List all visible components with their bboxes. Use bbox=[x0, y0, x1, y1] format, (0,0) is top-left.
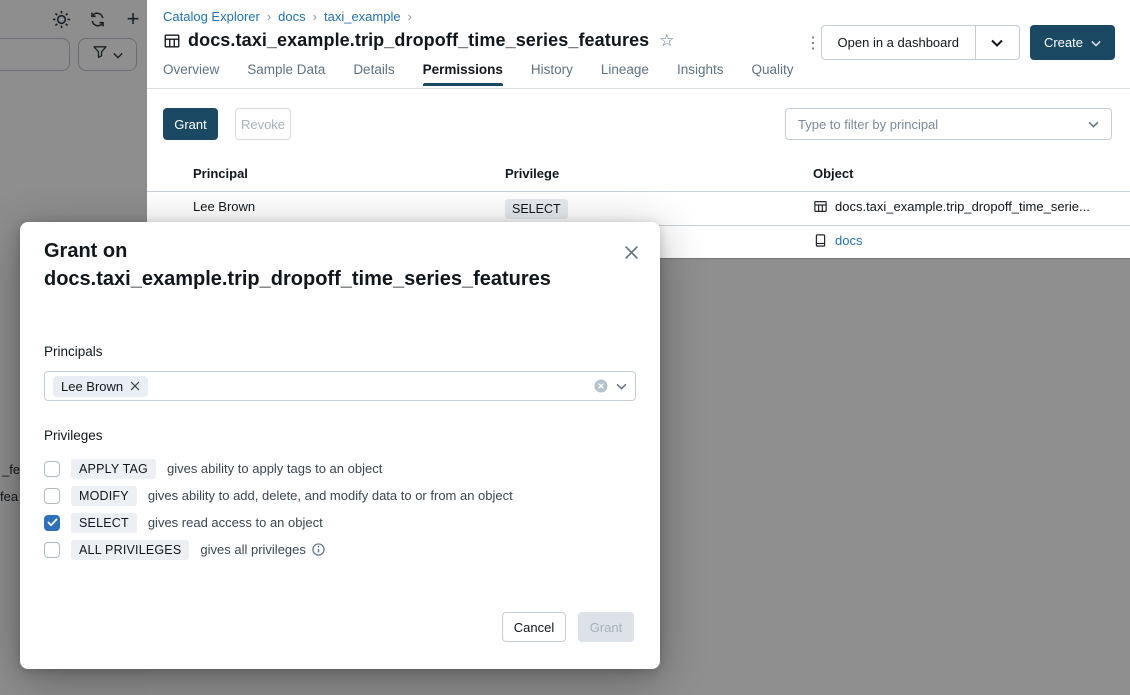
cancel-button[interactable]: Cancel bbox=[502, 612, 566, 642]
tab-details[interactable]: Details bbox=[353, 62, 394, 86]
column-header-object: Object bbox=[813, 166, 853, 181]
tabs-divider bbox=[147, 88, 1130, 89]
principals-label: Principals bbox=[44, 344, 103, 359]
breadcrumb-separator: › bbox=[408, 9, 412, 24]
cell-object: docs.taxi_example.trip_dropoff_time_seri… bbox=[813, 199, 1113, 214]
privilege-badge: SELECT bbox=[505, 199, 568, 219]
filter-placeholder: Type to filter by principal bbox=[798, 117, 938, 132]
tab-lineage[interactable]: Lineage bbox=[601, 62, 649, 86]
chevron-down-icon bbox=[113, 46, 123, 64]
breadcrumb-docs[interactable]: docs bbox=[278, 9, 305, 24]
checkbox-apply-tag[interactable] bbox=[44, 461, 60, 477]
page: + _fea fea Catalog Explorer › docs › tax… bbox=[0, 0, 1130, 695]
tab-permissions[interactable]: Permissions bbox=[423, 62, 503, 86]
breadcrumb-separator: › bbox=[313, 9, 317, 24]
privilege-name-badge: SELECT bbox=[71, 513, 137, 533]
principal-chip-label: Lee Brown bbox=[61, 379, 123, 394]
catalog-book-icon bbox=[813, 233, 828, 248]
breadcrumb-taxi-example[interactable]: taxi_example bbox=[324, 9, 401, 24]
sidebar-search-input[interactable] bbox=[0, 38, 70, 71]
sidebar-filter-button[interactable] bbox=[78, 38, 137, 71]
cell-privilege: SELECT bbox=[505, 199, 568, 219]
grant-modal: Grant on docs.taxi_example.trip_dropoff_… bbox=[20, 222, 660, 669]
column-header-principal: Principal bbox=[193, 166, 248, 181]
breadcrumb-separator: › bbox=[267, 9, 271, 24]
modal-grant-button[interactable]: Grant bbox=[578, 612, 634, 642]
tab-sample-data[interactable]: Sample Data bbox=[247, 62, 325, 86]
privilege-name-badge: APPLY TAG bbox=[71, 459, 156, 479]
add-icon[interactable]: + bbox=[122, 8, 144, 30]
clear-field-icon[interactable] bbox=[594, 379, 608, 393]
gear-icon[interactable] bbox=[50, 8, 72, 30]
privilege-name-badge: ALL PRIVILEGES bbox=[71, 540, 189, 560]
revoke-button[interactable]: Revoke bbox=[235, 108, 291, 140]
privilege-row-modify: MODIFY gives ability to add, delete, and… bbox=[44, 482, 513, 509]
open-in-dashboard-dropdown[interactable] bbox=[975, 26, 1019, 59]
create-button[interactable]: Create bbox=[1030, 25, 1115, 60]
checkbox-select[interactable] bbox=[44, 515, 60, 531]
table-icon bbox=[163, 32, 181, 50]
tab-quality[interactable]: Quality bbox=[751, 62, 793, 86]
grant-button[interactable]: Grant bbox=[163, 108, 218, 140]
close-icon[interactable] bbox=[619, 240, 643, 264]
tree-item-fragment[interactable]: fea bbox=[0, 489, 18, 504]
tab-insights[interactable]: Insights bbox=[677, 62, 724, 86]
privilege-description: gives ability to apply tags to an object bbox=[167, 461, 382, 476]
table-icon bbox=[813, 199, 828, 214]
chevron-down-icon[interactable] bbox=[616, 383, 627, 390]
breadcrumb-catalog-explorer[interactable]: Catalog Explorer bbox=[163, 9, 260, 24]
cell-principal: Lee Brown bbox=[193, 199, 255, 214]
privilege-description: gives all privileges bbox=[200, 542, 306, 557]
open-in-dashboard-button[interactable]: Open in a dashboard bbox=[822, 26, 975, 59]
cell-object: docs bbox=[813, 233, 1113, 248]
privilege-row-all-privileges: ALL PRIVILEGES gives all privileges bbox=[44, 536, 513, 563]
object-link[interactable]: docs bbox=[835, 233, 862, 248]
principal-filter-select[interactable]: Type to filter by principal bbox=[785, 108, 1112, 140]
page-title: docs.taxi_example.trip_dropoff_time_seri… bbox=[188, 30, 649, 51]
privileges-label: Privileges bbox=[44, 428, 103, 443]
refresh-icon[interactable] bbox=[86, 8, 108, 30]
privilege-row-select: SELECT gives read access to an object bbox=[44, 509, 513, 536]
breadcrumb: Catalog Explorer › docs › taxi_example › bbox=[163, 9, 412, 24]
chevron-down-icon bbox=[1088, 115, 1099, 133]
remove-chip-icon[interactable] bbox=[130, 381, 140, 391]
principals-input[interactable]: Lee Brown bbox=[44, 371, 636, 401]
table-divider bbox=[147, 191, 1130, 192]
checkbox-all-privileges[interactable] bbox=[44, 542, 60, 558]
tab-overview[interactable]: Overview bbox=[163, 62, 219, 86]
modal-title: Grant on docs.taxi_example.trip_dropoff_… bbox=[44, 237, 610, 293]
chevron-down-icon bbox=[1091, 35, 1101, 50]
funnel-icon bbox=[92, 44, 108, 65]
open-in-dashboard-split-button: Open in a dashboard bbox=[821, 25, 1020, 60]
info-icon[interactable] bbox=[312, 543, 325, 556]
privilege-description: gives read access to an object bbox=[148, 515, 323, 530]
tab-bar: Overview Sample Data Details Permissions… bbox=[163, 62, 794, 86]
checkbox-modify[interactable] bbox=[44, 488, 60, 504]
object-name: docs.taxi_example.trip_dropoff_time_seri… bbox=[835, 199, 1090, 214]
column-header-privilege: Privilege bbox=[505, 166, 559, 181]
privilege-name-badge: MODIFY bbox=[71, 486, 137, 506]
favorite-star-icon[interactable]: ☆ bbox=[659, 31, 674, 51]
privilege-row-apply-tag: APPLY TAG gives ability to apply tags to… bbox=[44, 455, 513, 482]
principal-chip: Lee Brown bbox=[53, 376, 148, 397]
privilege-description: gives ability to add, delete, and modify… bbox=[148, 488, 513, 503]
tab-history[interactable]: History bbox=[531, 62, 573, 86]
